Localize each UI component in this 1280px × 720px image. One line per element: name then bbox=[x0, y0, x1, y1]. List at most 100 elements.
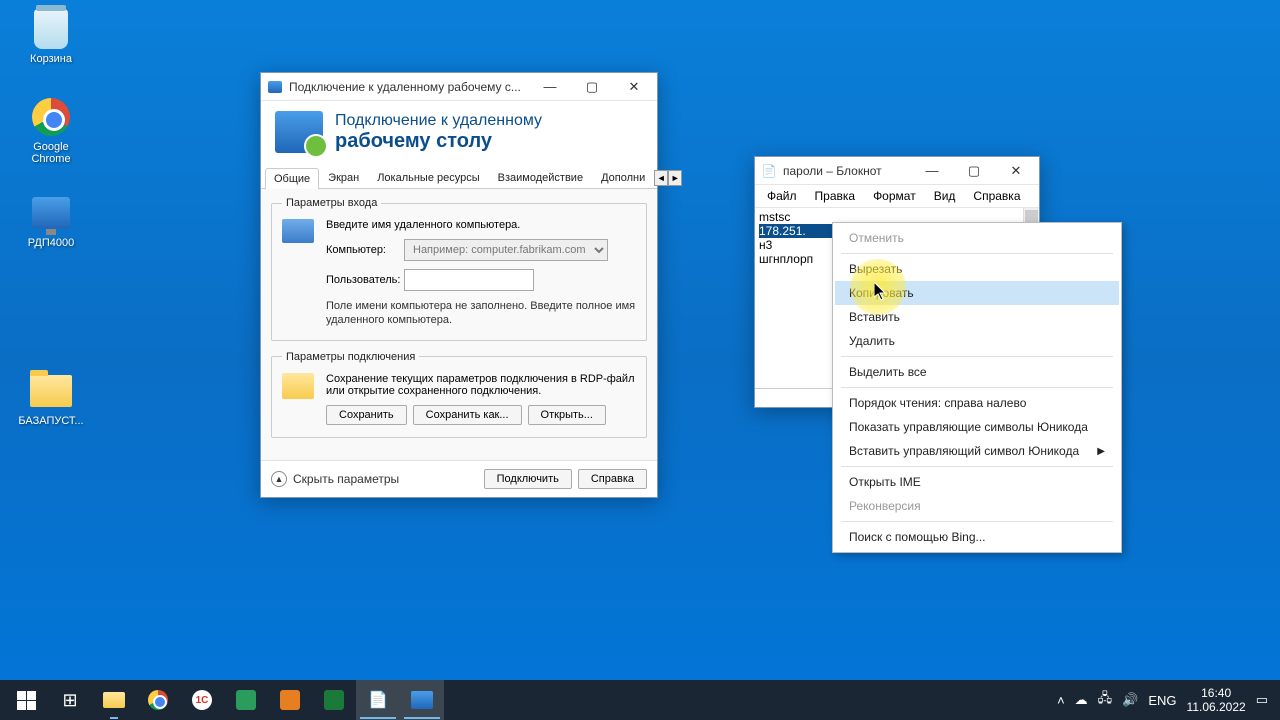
minimize-button[interactable]: — bbox=[911, 158, 953, 184]
computer-field[interactable]: Например: computer.fabrikam.com bbox=[404, 239, 608, 261]
taskbar: ⊞ 1C 📄 ˄ ☁ 🖧 🔊 ENG 16:40 11.06.2022 ▭ bbox=[0, 680, 1280, 720]
tray-chevron-up-icon[interactable]: ˄ bbox=[1057, 693, 1065, 708]
ctx-rtl[interactable]: Порядок чтения: справа налево bbox=[835, 391, 1119, 415]
computer-warning: Поле имени компьютера не заполнено. Введ… bbox=[326, 299, 636, 328]
tabstrip: Общие Экран Локальные ресурсы Взаимодейс… bbox=[261, 167, 657, 189]
tab-experience[interactable]: Взаимодействие bbox=[489, 167, 592, 188]
titlebar[interactable]: Подключение к удаленному рабочему с... —… bbox=[261, 73, 657, 101]
login-hint: Введите имя удаленного компьютера. bbox=[326, 219, 636, 231]
taskbar-rdp[interactable] bbox=[400, 680, 444, 720]
minimize-button[interactable]: — bbox=[529, 74, 571, 100]
rdp-header-line2: рабочему столу bbox=[335, 130, 542, 153]
desktop-icon-folder[interactable]: БАЗАПУСТ... bbox=[16, 370, 86, 427]
save-button[interactable]: Сохранить bbox=[326, 405, 407, 425]
hide-options-link[interactable]: ▲ Скрыть параметры bbox=[271, 471, 399, 487]
tray-clock[interactable]: 16:40 11.06.2022 bbox=[1187, 686, 1246, 715]
ctx-open-ime[interactable]: Открыть IME bbox=[835, 470, 1119, 494]
taskbar-app-orange[interactable] bbox=[268, 680, 312, 720]
taskbar-app-green2[interactable] bbox=[312, 680, 356, 720]
windows-icon bbox=[17, 691, 36, 710]
folder-icon bbox=[103, 692, 125, 708]
save-as-button[interactable]: Сохранить как... bbox=[413, 405, 522, 425]
menu-format[interactable]: Формат bbox=[865, 187, 924, 205]
menu-help[interactable]: Справка bbox=[965, 187, 1028, 205]
open-button[interactable]: Открыть... bbox=[528, 405, 606, 425]
notepad-menubar: Файл Правка Формат Вид Справка bbox=[755, 185, 1039, 208]
recycle-bin-icon bbox=[34, 9, 68, 49]
titlebar[interactable]: 📄 пароли – Блокнот — ▢ ✕ bbox=[755, 157, 1039, 185]
ctx-cut[interactable]: Вырезать bbox=[835, 257, 1119, 281]
taskbar-notepad[interactable]: 📄 bbox=[356, 680, 400, 720]
desktop-icon-recycle-bin[interactable]: Корзина bbox=[16, 8, 86, 65]
login-settings-group: Параметры входа Введите имя удаленного к… bbox=[271, 197, 647, 341]
app-icon bbox=[280, 690, 300, 710]
chevron-right-icon: ▶ bbox=[1097, 446, 1105, 457]
onec-icon: 1C bbox=[192, 690, 212, 710]
taskbar-1c[interactable]: 1C bbox=[180, 680, 224, 720]
maximize-button[interactable]: ▢ bbox=[953, 158, 995, 184]
window-title: пароли – Блокнот bbox=[783, 164, 911, 178]
chevron-up-icon: ▲ bbox=[271, 471, 287, 487]
desktop-icon-chrome[interactable]: Google Chrome bbox=[16, 96, 86, 165]
tab-scroll-right[interactable]: ► bbox=[668, 170, 682, 186]
taskbar-app-green[interactable] bbox=[224, 680, 268, 720]
menu-file[interactable]: Файл bbox=[759, 187, 805, 205]
ctx-bing-search[interactable]: Поиск с помощью Bing... bbox=[835, 525, 1119, 549]
login-legend: Параметры входа bbox=[282, 197, 381, 209]
window-title: Подключение к удаленному рабочему с... bbox=[289, 80, 529, 94]
username-field[interactable] bbox=[404, 269, 534, 291]
tray-cloud-icon[interactable]: ☁ bbox=[1075, 692, 1088, 708]
connect-button[interactable]: Подключить bbox=[484, 469, 572, 489]
desktop-label: РДП4000 bbox=[16, 237, 86, 249]
ctx-select-all[interactable]: Выделить все bbox=[835, 360, 1119, 384]
close-button[interactable]: ✕ bbox=[995, 158, 1037, 184]
app-icon bbox=[324, 690, 344, 710]
menu-edit[interactable]: Правка bbox=[807, 187, 864, 205]
rdp-header: Подключение к удаленному рабочему столу bbox=[261, 101, 657, 167]
taskview-button[interactable]: ⊞ bbox=[48, 680, 92, 720]
desktop-label: Google Chrome bbox=[16, 141, 86, 165]
ctx-insert-unicode[interactable]: Вставить управляющий символ Юникода▶ bbox=[835, 439, 1119, 463]
notepad-icon: 📄 bbox=[368, 690, 388, 710]
folder-icon bbox=[30, 375, 72, 407]
notepad-icon: 📄 bbox=[761, 163, 777, 179]
tab-general[interactable]: Общие bbox=[265, 168, 319, 189]
ctx-copy[interactable]: Копировать bbox=[835, 281, 1119, 305]
close-button[interactable]: ✕ bbox=[613, 74, 655, 100]
desktop-label: Корзина bbox=[16, 53, 86, 65]
rdp-header-icon bbox=[275, 111, 323, 153]
ctx-reconversion[interactable]: Реконверсия bbox=[835, 494, 1119, 518]
context-menu: Отменить Вырезать Копировать Вставить Уд… bbox=[832, 222, 1122, 553]
tray-notifications-icon[interactable]: ▭ bbox=[1256, 692, 1268, 708]
taskbar-chrome[interactable] bbox=[136, 680, 180, 720]
taskview-icon: ⊞ bbox=[62, 690, 77, 711]
help-button[interactable]: Справка bbox=[578, 469, 647, 489]
taskbar-explorer[interactable] bbox=[92, 680, 136, 720]
menu-view[interactable]: Вид bbox=[926, 187, 964, 205]
ctx-show-unicode[interactable]: Показать управляющие символы Юникода bbox=[835, 415, 1119, 439]
tray-volume-icon[interactable]: 🔊 bbox=[1122, 692, 1138, 708]
app-icon bbox=[236, 690, 256, 710]
maximize-button[interactable]: ▢ bbox=[571, 74, 613, 100]
tray-language[interactable]: ENG bbox=[1148, 693, 1176, 708]
desktop-icon-rdp[interactable]: РДП4000 bbox=[16, 192, 86, 249]
tab-display[interactable]: Экран bbox=[319, 167, 368, 188]
connection-settings-group: Параметры подключения Сохранение текущих… bbox=[271, 351, 647, 438]
rdp-connection-window: Подключение к удаленному рабочему с... —… bbox=[260, 72, 658, 498]
tray-network-icon[interactable]: 🖧 bbox=[1098, 689, 1113, 711]
tab-advanced[interactable]: Дополни bbox=[592, 167, 654, 188]
selected-text: 178.251. bbox=[759, 224, 806, 238]
user-label: Пользователь: bbox=[326, 274, 404, 286]
ctx-delete[interactable]: Удалить bbox=[835, 329, 1119, 353]
rdp-icon bbox=[411, 691, 433, 709]
ctx-undo[interactable]: Отменить bbox=[835, 226, 1119, 250]
chrome-icon bbox=[148, 690, 168, 710]
computer-label: Компьютер: bbox=[326, 244, 404, 256]
tab-scroll-left[interactable]: ◄ bbox=[654, 170, 668, 186]
start-button[interactable] bbox=[4, 680, 48, 720]
chrome-icon bbox=[32, 98, 70, 136]
monitor-icon bbox=[282, 219, 314, 243]
ctx-paste[interactable]: Вставить bbox=[835, 305, 1119, 329]
system-tray: ˄ ☁ 🖧 🔊 ENG 16:40 11.06.2022 ▭ bbox=[1057, 686, 1276, 715]
tab-local-resources[interactable]: Локальные ресурсы bbox=[368, 167, 488, 188]
